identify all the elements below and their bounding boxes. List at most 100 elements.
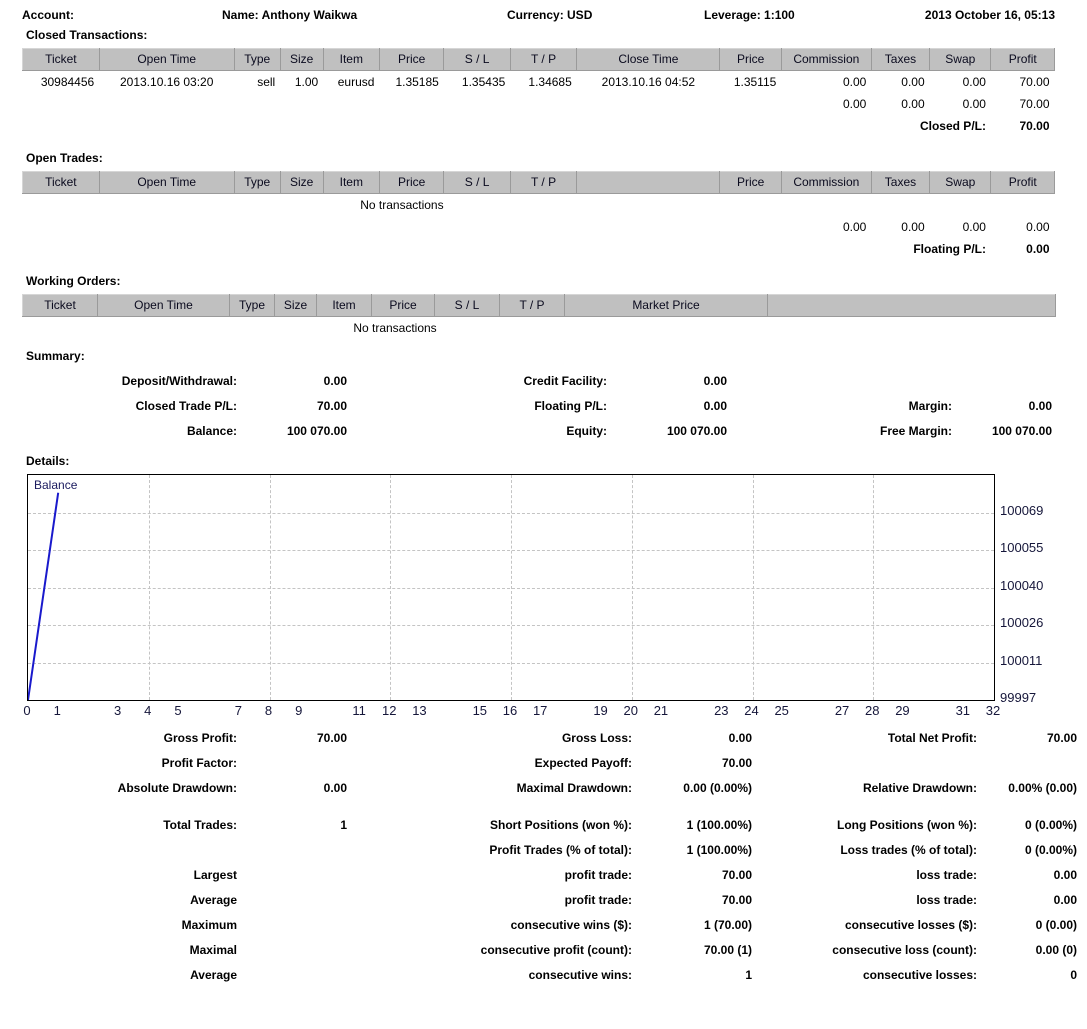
col-close-price: Price bbox=[720, 49, 781, 71]
col-open-time: Open Time bbox=[99, 172, 234, 194]
stat-gap bbox=[752, 751, 782, 776]
cell-type: sell bbox=[234, 71, 280, 94]
stat-gap bbox=[752, 938, 782, 963]
cell-profit: 70.00 bbox=[991, 71, 1055, 94]
closed-trade-pl-value: 70.00 bbox=[247, 394, 347, 419]
stat-value-3: 70.00 bbox=[987, 726, 1077, 751]
stat-label-1: Profit Factor: bbox=[22, 751, 247, 776]
stat-value-2: 70.00 bbox=[642, 888, 752, 913]
stat-value-2: 70.00 bbox=[642, 751, 752, 776]
stat-label-2: Profit Trades (% of total): bbox=[397, 838, 642, 863]
gridline-vertical bbox=[994, 475, 995, 700]
stat-gap bbox=[347, 751, 397, 776]
equity-value: 100 070.00 bbox=[617, 419, 727, 444]
statistics-row: Maximumconsecutive wins ($):1 (70.00)con… bbox=[22, 913, 1077, 938]
totals-spacer bbox=[23, 93, 782, 115]
statistics-row: Absolute Drawdown:0.00Maximal Drawdown:0… bbox=[22, 776, 1077, 801]
table-totals-row: 0.00 0.00 0.00 70.00 bbox=[23, 93, 1055, 115]
summary-gap bbox=[347, 394, 397, 419]
stat-gap bbox=[347, 813, 397, 838]
summary-r0-label3 bbox=[782, 369, 962, 394]
open-trades-title: Open Trades: bbox=[26, 149, 1067, 165]
x-axis-tick-label: 28 bbox=[865, 703, 879, 718]
statistics-row: Profit Trades (% of total):1 (100.00%)Lo… bbox=[22, 838, 1077, 863]
stat-value-3: 0.00 bbox=[987, 888, 1077, 913]
x-axis-tick-label: 5 bbox=[174, 703, 181, 718]
y-axis-tick-label: 100069 bbox=[1000, 503, 1043, 518]
stat-label-2: Short Positions (won %): bbox=[397, 813, 642, 838]
stat-gap bbox=[752, 888, 782, 913]
summary-gap bbox=[727, 419, 782, 444]
table-header-row: Ticket Open Time Type Size Item Price S … bbox=[23, 49, 1055, 71]
stat-label-3: consecutive losses: bbox=[782, 963, 987, 988]
col-item: Item bbox=[323, 49, 379, 71]
total-swap: 0.00 bbox=[930, 216, 991, 238]
summary-gap bbox=[727, 394, 782, 419]
stat-label-2: consecutive profit (count): bbox=[397, 938, 642, 963]
stat-gap bbox=[752, 776, 782, 801]
closed-transactions-title: Closed Transactions: bbox=[26, 26, 1067, 42]
statistics-row: Total Trades:1Short Positions (won %):1 … bbox=[22, 813, 1077, 838]
free-margin-value: 100 070.00 bbox=[962, 419, 1052, 444]
stat-label-2: Expected Payoff: bbox=[397, 751, 642, 776]
summary-row: Closed Trade P/L: 70.00 Floating P/L: 0.… bbox=[22, 394, 1052, 419]
stat-label-2: consecutive wins: bbox=[397, 963, 642, 988]
stat-label-2: Maximal Drawdown: bbox=[397, 776, 642, 801]
account-currency: Currency: USD bbox=[507, 8, 704, 22]
col-price: Price bbox=[379, 49, 443, 71]
statistics-row: Profit Factor: Expected Payoff:70.00 bbox=[22, 751, 1077, 776]
stat-value-2: 1 (100.00%) bbox=[642, 813, 752, 838]
stat-label-3: loss trade: bbox=[782, 863, 987, 888]
x-axis-tick-label: 21 bbox=[654, 703, 668, 718]
summary-title: Summary: bbox=[26, 347, 1067, 363]
chart-plot-area: Balance bbox=[27, 474, 995, 701]
statistics-row: Maximalconsecutive profit (count):70.00 … bbox=[22, 938, 1077, 963]
stat-value-2: 70.00 (1) bbox=[642, 938, 752, 963]
statistics-row: Gross Profit:70.00Gross Loss:0.00Total N… bbox=[22, 726, 1077, 751]
col-open-time: Open Time bbox=[98, 295, 230, 317]
table-row: 30984456 2013.10.16 03:20 sell 1.00 euru… bbox=[23, 71, 1055, 94]
stat-gap bbox=[347, 913, 397, 938]
col-price: Price bbox=[379, 172, 443, 194]
cell-taxes: 0.00 bbox=[871, 71, 929, 94]
summary-row: Deposit/Withdrawal: 0.00 Credit Facility… bbox=[22, 369, 1052, 394]
col-ticket: Ticket bbox=[23, 49, 100, 71]
col-blank bbox=[577, 172, 720, 194]
x-axis-tick-label: 9 bbox=[295, 703, 302, 718]
col-tp: T / P bbox=[500, 295, 565, 317]
total-commission: 0.00 bbox=[781, 93, 871, 115]
x-axis-tick-label: 32 bbox=[986, 703, 1000, 718]
stat-gap bbox=[347, 963, 397, 988]
margin-label: Margin: bbox=[782, 394, 962, 419]
col-type: Type bbox=[234, 172, 280, 194]
credit-facility-value: 0.00 bbox=[617, 369, 727, 394]
col-size: Size bbox=[280, 172, 323, 194]
stat-label-1: Maximum bbox=[22, 913, 247, 938]
stat-gap bbox=[752, 913, 782, 938]
statistics-spacer-cell bbox=[22, 801, 1077, 813]
stat-value-1: 70.00 bbox=[247, 726, 347, 751]
stat-gap bbox=[752, 813, 782, 838]
stat-value-1: 0.00 bbox=[247, 776, 347, 801]
col-type: Type bbox=[234, 49, 280, 71]
y-axis-tick-label: 100011 bbox=[1000, 653, 1042, 668]
statistics-row: Largestprofit trade:70.00loss trade:0.00 bbox=[22, 863, 1077, 888]
free-margin-label: Free Margin: bbox=[782, 419, 962, 444]
stat-value-3: 0 bbox=[987, 963, 1077, 988]
summary-gap bbox=[347, 419, 397, 444]
account-name: Name: Anthony Waikwa bbox=[222, 8, 507, 22]
cell-item: eurusd bbox=[323, 71, 379, 94]
total-taxes: 0.00 bbox=[871, 93, 929, 115]
x-axis-tick-label: 8 bbox=[265, 703, 272, 718]
col-tp: T / P bbox=[510, 49, 576, 71]
working-orders-title: Working Orders: bbox=[26, 272, 1067, 288]
stat-label-3: Long Positions (won %): bbox=[782, 813, 987, 838]
stat-label-1: Absolute Drawdown: bbox=[22, 776, 247, 801]
stat-label-2: profit trade: bbox=[397, 863, 642, 888]
col-size: Size bbox=[280, 49, 323, 71]
x-axis-tick-label: 11 bbox=[352, 703, 366, 718]
open-trades-table: Ticket Open Time Type Size Item Price S … bbox=[22, 171, 1055, 260]
stat-label-2: Gross Loss: bbox=[397, 726, 642, 751]
stat-value-3: 0 (0.00%) bbox=[987, 813, 1077, 838]
x-axis-tick-label: 3 bbox=[114, 703, 121, 718]
